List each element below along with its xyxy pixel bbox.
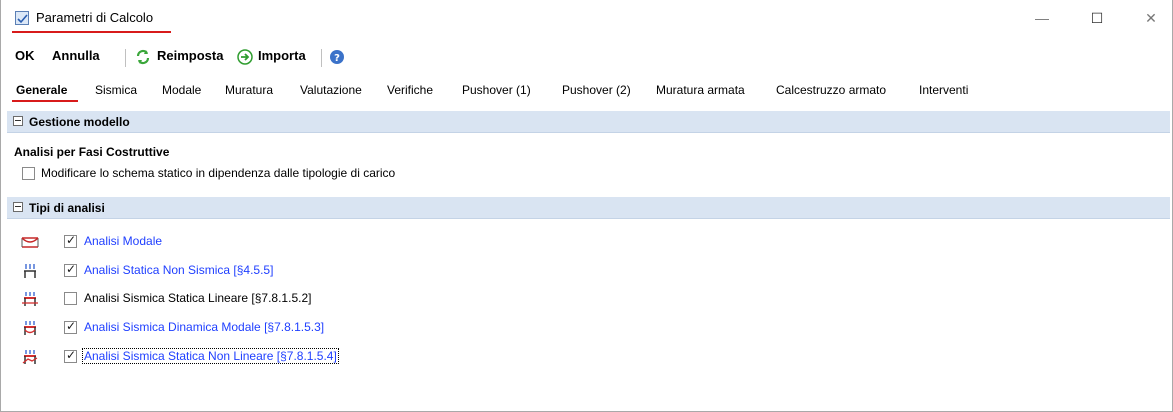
toolbar-separator (321, 49, 322, 67)
parametri-window: Parametri di Calcolo — ☐ ✕ OK Annulla Re… (0, 0, 1173, 412)
tab-sismica[interactable]: Sismica (95, 83, 137, 97)
statica-non-sismica-label[interactable]: Analisi Statica Non Sismica [§4.5.5] (84, 263, 273, 277)
tab-strip: Generale Sismica Modale Muratura Valutaz… (1, 78, 1172, 102)
analisi-modale-label[interactable]: Analisi Modale (84, 234, 162, 248)
section-title: Gestione modello (29, 115, 130, 129)
title-underline (12, 31, 171, 33)
collapse-icon[interactable] (13, 202, 23, 212)
section-header-gestione[interactable]: Gestione modello (7, 111, 1170, 133)
section-header-tipi[interactable]: Tipi di analisi (7, 197, 1170, 219)
tab-valutazione[interactable]: Valutazione (300, 83, 362, 97)
schema-statico-label[interactable]: Modificare lo schema statico in dipenden… (41, 166, 395, 180)
close-button[interactable]: ✕ (1141, 8, 1161, 28)
tab-muratura-armata[interactable]: Muratura armata (656, 83, 745, 97)
help-icon[interactable]: ? (329, 49, 345, 68)
ok-button[interactable]: OK (15, 48, 35, 63)
seismic-dynamic-modal-icon (21, 320, 39, 336)
sismica-statica-lineare-checkbox[interactable] (64, 292, 77, 305)
sismica-dinamica-modale-label[interactable]: Analisi Sismica Dinamica Modale [§7.8.1.… (84, 320, 324, 334)
statica-non-sismica-checkbox[interactable] (64, 262, 77, 277)
minimize-button[interactable]: — (1032, 8, 1052, 28)
tab-pushover-2[interactable]: Pushover (2) (562, 83, 631, 97)
active-tab-underline (12, 100, 78, 102)
seismic-nonlinear-icon (21, 349, 39, 365)
toolbar-separator (125, 49, 126, 67)
tab-muratura[interactable]: Muratura (225, 83, 273, 97)
sismica-statica-non-lineare-label[interactable]: Analisi Sismica Statica Non Lineare [§7.… (82, 348, 339, 364)
tab-generale[interactable]: Generale (16, 83, 67, 97)
collapse-icon[interactable] (13, 116, 23, 126)
import-arrow-icon[interactable] (237, 49, 253, 68)
tab-verifiche[interactable]: Verifiche (387, 83, 433, 97)
refresh-icon[interactable] (135, 49, 151, 68)
sismica-statica-lineare-label[interactable]: Analisi Sismica Statica Lineare [§7.8.1.… (84, 291, 311, 305)
seismic-static-linear-icon (21, 291, 39, 307)
svg-text:?: ? (334, 53, 340, 64)
importa-button[interactable]: Importa (258, 48, 306, 63)
schema-statico-checkbox[interactable] (22, 167, 35, 180)
maximize-button[interactable]: ☐ (1087, 8, 1107, 28)
tab-pushover-1[interactable]: Pushover (1) (462, 83, 531, 97)
sismica-dinamica-modale-checkbox[interactable] (64, 319, 77, 334)
app-icon (15, 11, 29, 25)
sismica-statica-non-lineare-checkbox[interactable] (64, 348, 77, 363)
title-bar: Parametri di Calcolo — ☐ ✕ (1, 0, 1172, 36)
annulla-button[interactable]: Annulla (52, 48, 100, 63)
tab-interventi[interactable]: Interventi (919, 83, 968, 97)
tab-modale[interactable]: Modale (162, 83, 201, 97)
static-load-icon (21, 263, 39, 279)
window-title: Parametri di Calcolo (36, 10, 154, 25)
section-title: Tipi di analisi (29, 201, 105, 215)
reimposta-button[interactable]: Reimposta (157, 48, 223, 63)
analisi-modale-checkbox[interactable] (64, 233, 77, 248)
toolbar: OK Annulla Reimposta Importa ? (1, 40, 1172, 74)
fasi-costruttive-heading: Analisi per Fasi Costruttive (14, 145, 170, 159)
tab-calcestruzzo-armato[interactable]: Calcestruzzo armato (776, 83, 886, 97)
modal-shape-icon (21, 234, 39, 250)
